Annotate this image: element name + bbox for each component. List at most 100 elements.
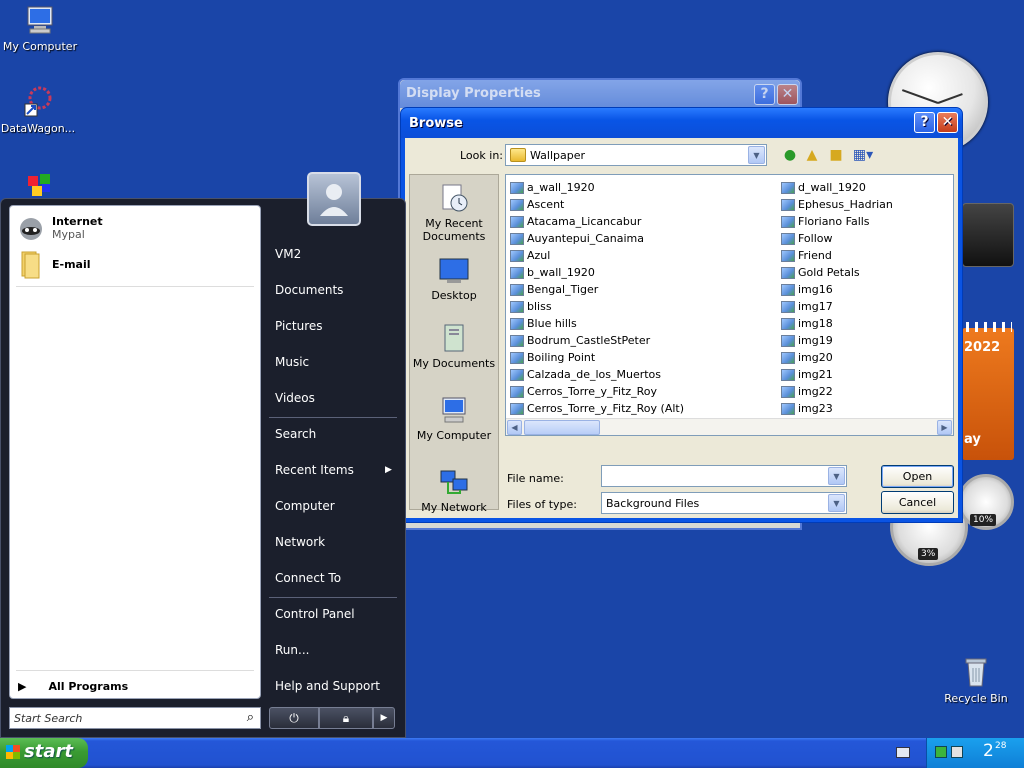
- new-folder-icon[interactable]: ■: [827, 146, 845, 164]
- browse-titlebar[interactable]: Browse ? ✕: [401, 108, 962, 138]
- shutdown-options-button[interactable]: ▶: [373, 707, 395, 729]
- menu-item-connect-to[interactable]: Connect To: [275, 571, 341, 585]
- list-item[interactable]: img23: [781, 400, 893, 417]
- calendar-gadget[interactable]: 2022 ay: [962, 322, 1014, 460]
- pinned-email[interactable]: E-mail: [16, 246, 91, 282]
- horizontal-scrollbar[interactable]: ◀ ▶: [506, 418, 953, 435]
- list-item[interactable]: Azul: [510, 247, 684, 264]
- clock-hour[interactable]: 2: [983, 741, 994, 761]
- menu-item-recent-items[interactable]: Recent Items: [275, 463, 354, 477]
- start-button[interactable]: start: [0, 738, 88, 768]
- list-item[interactable]: img22: [781, 383, 893, 400]
- display-properties-titlebar[interactable]: Display Properties ? ✕: [400, 80, 800, 108]
- place-desktop[interactable]: Desktop: [410, 255, 498, 302]
- lock-button[interactable]: 🔒︎: [319, 707, 373, 729]
- list-item[interactable]: Ephesus_Hadrian: [781, 196, 893, 213]
- view-menu-icon[interactable]: ▦▾: [851, 146, 875, 164]
- menu-item-control-panel[interactable]: Control Panel: [275, 607, 355, 621]
- close-button[interactable]: ✕: [937, 112, 958, 133]
- menu-item-documents[interactable]: Documents: [275, 283, 343, 297]
- list-item[interactable]: Friend: [781, 247, 893, 264]
- close-button[interactable]: ✕: [777, 84, 798, 105]
- menu-item-run[interactable]: Run...: [275, 643, 309, 657]
- chevron-down-icon[interactable]: ▼: [828, 494, 845, 512]
- list-item[interactable]: Cerros_Torre_y_Fitz_Roy: [510, 383, 684, 400]
- menu-item-vm2[interactable]: VM2: [275, 247, 301, 261]
- list-item[interactable]: img20: [781, 349, 893, 366]
- black-gadget[interactable]: [962, 203, 1014, 267]
- cancel-button[interactable]: Cancel: [881, 491, 954, 514]
- open-button[interactable]: Open: [881, 465, 954, 488]
- files-of-type-combo[interactable]: Background Files ▼: [601, 492, 847, 514]
- play-icon: ▶: [18, 680, 27, 693]
- look-in-combo[interactable]: Wallpaper ▼: [505, 144, 767, 166]
- image-file-icon: [781, 385, 795, 398]
- menu-item-music[interactable]: Music: [275, 355, 309, 369]
- desktop-icon-recycle-bin[interactable]: Recycle Bin: [936, 656, 1016, 705]
- list-item[interactable]: img21: [781, 366, 893, 383]
- scroll-right-icon[interactable]: ▶: [937, 420, 952, 435]
- list-item[interactable]: bliss: [510, 298, 684, 315]
- list-item[interactable]: Floriano Falls: [781, 213, 893, 230]
- list-item[interactable]: Gold Petals: [781, 264, 893, 281]
- list-item[interactable]: img17: [781, 298, 893, 315]
- chevron-down-icon[interactable]: ▼: [828, 467, 845, 485]
- list-item[interactable]: Bodrum_CastleStPeter: [510, 332, 684, 349]
- start-search-input[interactable]: Start Search ⌕: [9, 707, 261, 729]
- place-my-recent-documents[interactable]: My Recent Documents: [410, 183, 498, 243]
- up-folder-icon[interactable]: ▲: [803, 146, 821, 164]
- menu-item-computer[interactable]: Computer: [275, 499, 335, 513]
- list-item[interactable]: Follow: [781, 230, 893, 247]
- scroll-left-icon[interactable]: ◀: [507, 420, 522, 435]
- place-label: Desktop: [431, 289, 477, 302]
- power-button[interactable]: ⏻: [269, 707, 319, 729]
- list-item[interactable]: Atacama_Licancabur: [510, 213, 684, 230]
- file-name: d_wall_1920: [798, 181, 866, 194]
- image-file-icon: [510, 232, 524, 245]
- menu-item-network[interactable]: Network: [275, 535, 325, 549]
- list-item[interactable]: img18: [781, 315, 893, 332]
- clock-minute[interactable]: 28: [995, 741, 1006, 751]
- image-file-icon: [781, 283, 795, 296]
- list-item[interactable]: Calzada_de_los_Muertos: [510, 366, 684, 383]
- network-tray-icon[interactable]: [935, 746, 947, 758]
- place-my-documents[interactable]: My Documents: [410, 323, 498, 370]
- menu-item-pictures[interactable]: Pictures: [275, 319, 323, 333]
- menu-item-search[interactable]: Search: [275, 427, 316, 441]
- file-name: img18: [798, 317, 833, 330]
- list-item[interactable]: Cerros_Torre_y_Fitz_Roy (Alt): [510, 400, 684, 417]
- list-item[interactable]: img19: [781, 332, 893, 349]
- image-file-icon: [781, 232, 795, 245]
- place-my-computer[interactable]: My Computer: [410, 395, 498, 442]
- list-item[interactable]: a_wall_1920: [510, 179, 684, 196]
- file-list[interactable]: a_wall_1920 Ascent Atacama_Licancabur Auyan…: [505, 174, 954, 436]
- menu-item-videos[interactable]: Videos: [275, 391, 315, 405]
- divider: [269, 597, 397, 598]
- menu-item-help-and-support[interactable]: Help and Support: [275, 679, 380, 693]
- list-item[interactable]: Blue hills: [510, 315, 684, 332]
- browse-dialog[interactable]: Browse ? ✕ Look in: Wallpaper ▼ ● ▲ ■ ▦▾…: [400, 107, 963, 523]
- chevron-down-icon[interactable]: ▼: [748, 146, 765, 164]
- pinned-internet[interactable]: Internet Mypal: [16, 210, 103, 246]
- list-item[interactable]: Ascent: [510, 196, 684, 213]
- file-name-combo[interactable]: ▼: [601, 465, 847, 487]
- list-item[interactable]: Auyantepui_Canaima: [510, 230, 684, 247]
- list-item[interactable]: Boiling Point: [510, 349, 684, 366]
- list-item[interactable]: b_wall_1920: [510, 264, 684, 281]
- desktop-icon-datawagon[interactable]: DataWagon...: [0, 86, 78, 135]
- desktop-icon-my-computer[interactable]: My Computer: [0, 4, 80, 53]
- user-avatar[interactable]: [307, 172, 361, 226]
- back-icon[interactable]: ●: [781, 146, 799, 164]
- file-name: img20: [798, 351, 833, 364]
- volume-tray-icon[interactable]: [951, 746, 963, 758]
- help-button[interactable]: ?: [914, 112, 935, 133]
- list-item[interactable]: img16: [781, 281, 893, 298]
- help-button[interactable]: ?: [754, 84, 775, 105]
- scroll-thumb[interactable]: [524, 420, 600, 435]
- all-programs[interactable]: ▶ All Programs: [18, 680, 128, 693]
- list-item[interactable]: Bengal_Tiger: [510, 281, 684, 298]
- list-item[interactable]: d_wall_1920: [781, 179, 893, 196]
- pinned-title: E-mail: [52, 257, 91, 271]
- place-my-network[interactable]: My Network: [410, 467, 498, 514]
- keyboard-icon[interactable]: [896, 747, 910, 758]
